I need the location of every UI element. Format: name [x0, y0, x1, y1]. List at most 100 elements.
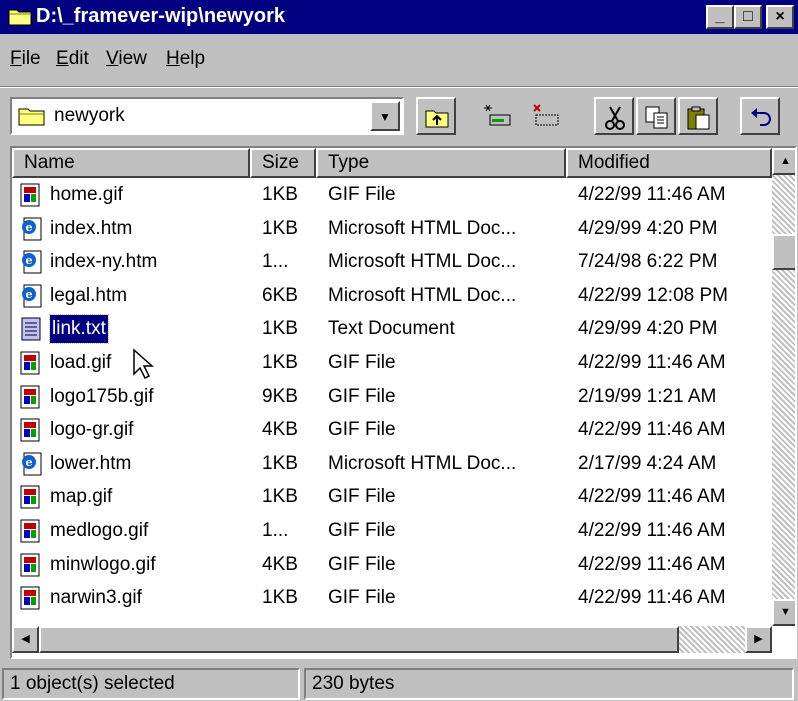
menu-edit-accel: E [56, 48, 69, 69]
gif-file-icon [20, 586, 42, 610]
chevron-down-icon: ▼ [379, 110, 391, 124]
column-header-modified-label: Modified [578, 152, 650, 173]
arrow-down-icon: ▼ [780, 606, 791, 618]
menu-view[interactable]: View [106, 48, 147, 70]
svg-text:e: e [26, 254, 33, 267]
menu-file[interactable]: File [10, 48, 41, 70]
file-row[interactable]: logo175b.gif 9KB GIF File 2/19/99 1:21 AM [12, 380, 772, 414]
address-dropdown-button[interactable]: ▼ [370, 101, 400, 131]
close-button[interactable]: × [766, 5, 794, 29]
horizontal-scroll-thumb[interactable] [39, 626, 679, 653]
file-size: 4KB [262, 553, 298, 575]
file-name: medlogo.gif [50, 520, 149, 541]
column-header-modified[interactable]: Modified [566, 148, 772, 178]
file-row[interactable]: minwlogo.gif 4KB GIF File 4/22/99 11:46 AM [12, 548, 772, 582]
column-header-size[interactable]: Size [250, 148, 316, 178]
column-header-name[interactable]: Name [12, 148, 250, 178]
file-modified: 2/17/99 4:24 AM [578, 452, 717, 474]
scroll-down-button[interactable]: ▼ [772, 599, 795, 626]
menu-help-accel: H [166, 48, 180, 69]
file-modified: 4/22/99 11:46 AM [578, 184, 726, 205]
file-row[interactable]: link.txt 1KB Text Document 4/29/99 4:20 PM [12, 312, 772, 346]
file-modified: 4/22/99 11:46 AM [578, 352, 726, 373]
html-file-icon: e [20, 217, 42, 241]
menu-help[interactable]: Help [166, 48, 205, 70]
maximize-button[interactable]: □ [734, 5, 762, 29]
file-row[interactable]: e lower.htm 1KB Microsoft HTML Doc... 2/17/9… [12, 447, 772, 481]
vertical-scrollbar[interactable]: ▲ ▼ [772, 148, 795, 626]
text-file-icon [20, 317, 42, 341]
scroll-left-button[interactable]: ◀ [12, 626, 39, 653]
menu-view-accel: V [106, 48, 119, 69]
column-header-type[interactable]: Type [316, 148, 566, 178]
scroll-up-button[interactable]: ▲ [772, 148, 795, 175]
cut-icon [605, 106, 625, 130]
undo-button[interactable] [740, 97, 780, 135]
menu-edit[interactable]: Edit [56, 48, 89, 70]
disconnect-drive-icon [533, 104, 559, 126]
arrow-left-icon: ◀ [21, 633, 30, 645]
status-size: 230 bytes [304, 668, 794, 700]
paste-button[interactable] [678, 97, 718, 135]
html-file-icon: e [20, 284, 42, 308]
file-row[interactable]: narwin3.gif 1KB GIF File 4/22/99 11:46 AM [12, 581, 772, 615]
cut-button[interactable] [594, 97, 634, 135]
file-row[interactable]: medlogo.gif 1... GIF File 4/22/99 11:46 AM [12, 514, 772, 548]
horizontal-scrollbar[interactable]: ◀ ▶ [12, 626, 772, 653]
file-name: lower.htm [50, 452, 132, 474]
scroll-right-button[interactable]: ▶ [745, 626, 772, 653]
menu-help-label: elp [179, 48, 206, 69]
file-name: narwin3.gif [50, 587, 142, 609]
file-size: 1KB [262, 217, 298, 239]
svg-text:e: e [26, 288, 33, 301]
file-modified: 4/22/99 11:46 AM [578, 587, 726, 609]
folder-icon [18, 108, 45, 126]
file-type: GIF File [328, 184, 396, 205]
arrow-up-icon: ▲ [780, 155, 791, 167]
gif-file-icon [20, 385, 42, 409]
file-name: load.gif [50, 352, 112, 373]
file-type: Microsoft HTML Doc... [328, 452, 517, 474]
copy-button[interactable] [636, 97, 676, 135]
minimize-button[interactable]: _ [706, 5, 734, 29]
svg-text:e: e [26, 456, 33, 469]
menu-view-label: iew [118, 48, 147, 69]
file-size: 4KB [262, 419, 298, 441]
title-bar[interactable]: D:\_framever-wip\newyork _ □ × [0, 0, 798, 34]
address-combo[interactable]: newyork ▼ [10, 97, 404, 135]
file-list[interactable]: Name Size Type Modified home.gif 1KB GIF F… [10, 146, 797, 659]
html-file-icon: e [20, 452, 42, 476]
minimize-icon: _ [715, 8, 725, 25]
vertical-scroll-thumb[interactable] [772, 234, 795, 270]
column-header-size-label: Size [262, 152, 299, 173]
file-row[interactable]: e index.htm 1KB Microsoft HTML Doc... 4/29/9… [12, 212, 772, 246]
disconnect-drive-button[interactable] [524, 97, 564, 135]
file-row[interactable]: map.gif 1KB GIF File 4/22/99 11:46 AM [12, 480, 772, 514]
up-folder-button[interactable] [416, 97, 456, 135]
file-name: link.txt [49, 314, 109, 345]
file-name: home.gif [50, 184, 123, 205]
file-row[interactable]: e index-ny.htm 1... Microsoft HTML Doc... 7/… [12, 245, 772, 279]
map-drive-icon [484, 104, 511, 126]
file-modified: 2/19/99 1:21 AM [578, 385, 717, 407]
column-header-name-label: Name [24, 152, 75, 173]
file-type: GIF File [328, 520, 396, 541]
file-row[interactable]: load.gif 1KB GIF File 4/22/99 11:46 AM [12, 346, 772, 380]
file-type: GIF File [328, 385, 396, 407]
copy-icon [645, 106, 668, 129]
file-size: 9KB [262, 385, 298, 407]
map-drive-button[interactable] [476, 97, 516, 135]
file-row[interactable]: home.gif 1KB GIF File 4/22/99 11:46 AM [12, 178, 772, 212]
file-row[interactable]: logo-gr.gif 4KB GIF File 4/22/99 11:46 AM [12, 413, 772, 447]
file-size: 1KB [262, 352, 298, 373]
file-modified: 4/22/99 11:46 AM [578, 419, 726, 441]
file-size: 1KB [262, 452, 298, 474]
status-size-text: 230 bytes [312, 673, 395, 694]
up-folder-icon [425, 110, 449, 128]
file-row[interactable]: e legal.htm 6KB Microsoft HTML Doc... 4/22/9… [12, 279, 772, 313]
file-type: GIF File [328, 486, 396, 508]
file-modified: 7/24/98 6:22 PM [578, 251, 718, 273]
window-title: D:\_framever-wip\newyork [36, 5, 285, 27]
menu-bar: File Edit View Help [0, 40, 798, 74]
file-modified: 4/22/99 11:46 AM [578, 520, 726, 541]
